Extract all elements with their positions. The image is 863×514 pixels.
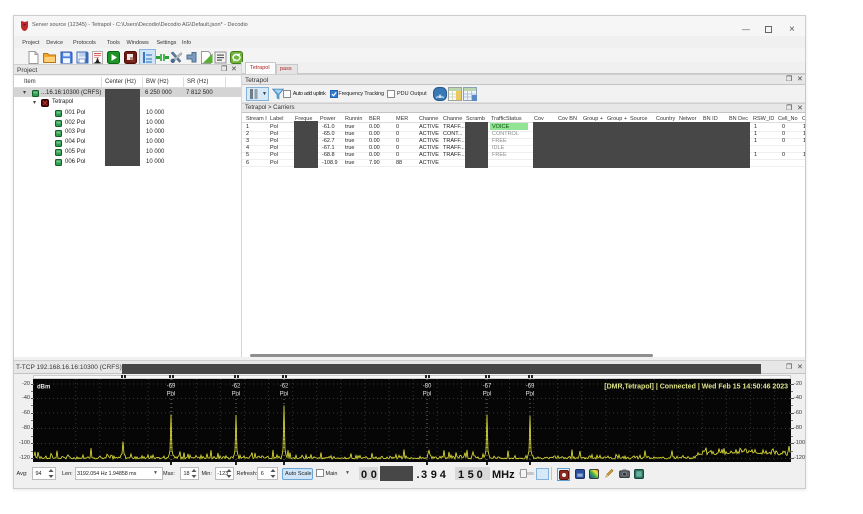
svg-text:dBm: dBm: [37, 384, 50, 390]
svg-text:Pol: Pol: [167, 391, 176, 397]
svg-text:-69: -69: [526, 383, 535, 389]
svg-text:[DMR,Tetrapol] | Connected | W: [DMR,Tetrapol] | Connected | Wed Feb 15 …: [604, 383, 788, 390]
svg-text:-80: -80: [423, 383, 432, 389]
svg-text:Pol: Pol: [526, 391, 535, 397]
svg-text:Pol: Pol: [280, 391, 289, 397]
svg-text:-62: -62: [280, 383, 289, 389]
svg-text:-69: -69: [167, 383, 176, 389]
svg-text:Pol: Pol: [423, 391, 432, 397]
svg-text:-62: -62: [232, 383, 241, 389]
svg-text:Pol: Pol: [232, 391, 241, 397]
svg-text:Pol: Pol: [483, 391, 492, 397]
svg-text:-67: -67: [483, 383, 492, 389]
